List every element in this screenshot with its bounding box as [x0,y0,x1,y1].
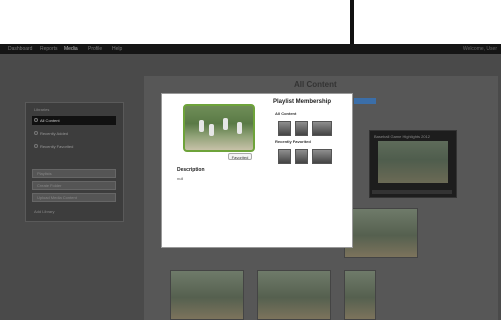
playlist-thumbnail[interactable] [312,121,332,136]
playlist-thumbnail[interactable] [312,149,332,164]
media-thumbnail[interactable] [344,208,418,258]
playlist-section-label: All Content [275,111,297,116]
description-label: Description [177,167,205,173]
media-thumbnail[interactable] [344,270,376,320]
library-sidebar: Libraries All Content Recently Added Rec… [25,102,124,222]
page-title: All Content [294,80,337,89]
figure [223,118,228,130]
favorited-button[interactable]: Favorited [228,153,252,160]
sidebar-item-recently-favorited[interactable]: Recently Favorited [32,142,116,151]
sidebar-item-recently-added[interactable]: Recently Added [32,129,116,138]
sidebar-footer-link[interactable]: Add Library [34,209,54,214]
star-icon [34,144,38,148]
top-navigation-bar: Dashboard Reports Media Profile Help Wel… [0,44,501,54]
sidebar-item-label: Recently Favorited [40,144,74,149]
nav-item-help[interactable]: Help [112,46,122,52]
user-greeting: Welcome, User [462,46,497,52]
playlist-thumbnail[interactable] [278,121,291,136]
nav-item-profile[interactable]: Profile [88,46,102,52]
playlist-thumbnail[interactable] [278,149,291,164]
video-player[interactable]: Baseball Game Highlights 2012 [369,130,457,198]
media-preview-image [183,104,255,152]
action-button[interactable] [354,98,376,104]
clock-icon [34,131,38,135]
folder-icon [34,118,38,122]
nav-item-reports[interactable]: Reports [40,46,58,52]
nav-item-media[interactable]: Media [64,46,78,52]
sidebar-item-label: Recently Added [40,131,69,136]
video-frame [378,141,448,183]
figure [209,124,214,136]
sidebar-create-folder[interactable]: Create Folder [32,181,116,190]
figure [199,120,204,132]
playlist-thumbnail[interactable] [295,149,308,164]
figure [237,122,242,134]
nav-item-dashboard[interactable]: Dashboard [8,46,32,52]
video-title: Baseball Game Highlights 2012 [374,134,431,139]
media-thumbnail[interactable] [257,270,331,320]
playlist-membership-title: Playlist Membership [273,99,332,105]
playlist-thumbnail[interactable] [295,121,308,136]
media-thumbnail[interactable] [170,270,244,320]
description-value: null [177,176,184,181]
sidebar-playlists[interactable]: Playlists [32,169,116,178]
video-controls[interactable] [372,190,452,194]
sidebar-item-all-content[interactable]: All Content [32,116,116,125]
media-detail-modal: Favorited Description null Playlist Memb… [161,93,353,248]
sidebar-title: Libraries [34,107,50,112]
sidebar-upload-media[interactable]: Upload Media Content [32,193,116,202]
sidebar-item-label: All Content [40,118,60,123]
playlist-section-label: Recently Favorited [275,139,311,144]
